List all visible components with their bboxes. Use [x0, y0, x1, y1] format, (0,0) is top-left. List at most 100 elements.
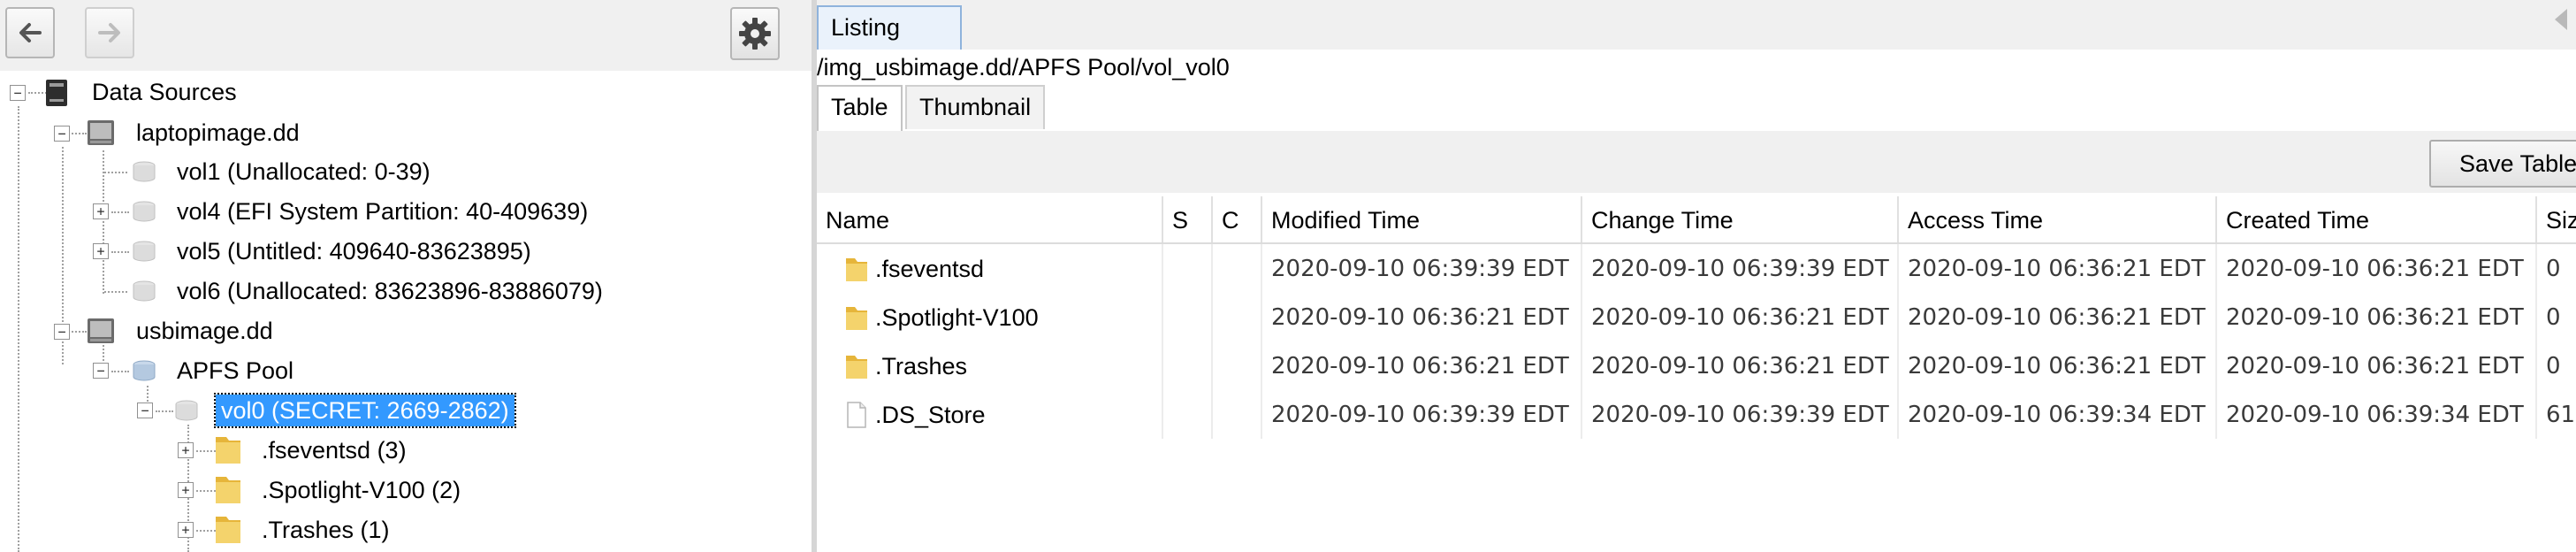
left-panel: − Data Sources − laptopimage.dd vol1 (Un…	[0, 0, 815, 552]
volume-icon	[133, 241, 156, 262]
tree-laptopimage[interactable]: laptopimage.dd	[136, 117, 300, 149]
arrow-left-icon	[19, 23, 42, 42]
file-name: .Trashes	[875, 353, 968, 380]
expand-vol4[interactable]: +	[93, 203, 109, 219]
cell-change: 2020-09-10 06:36:21 EDT	[1582, 341, 1899, 390]
column-name[interactable]: Name	[817, 196, 1163, 242]
cell-name: .Spotlight-V100	[817, 293, 1163, 341]
cell-c	[1213, 293, 1262, 341]
table-header: Name S C Modified Time Change Time Acces…	[817, 196, 2576, 244]
cell-s	[1163, 293, 1213, 341]
data-source-tree[interactable]: − Data Sources − laptopimage.dd vol1 (Un…	[0, 71, 812, 552]
cell-c	[1213, 244, 1262, 293]
table-row[interactable]: .Trashes 2020-09-10 06:36:21 EDT 2020-09-1…	[817, 341, 2576, 390]
back-button[interactable]	[5, 7, 55, 58]
cell-s	[1163, 341, 1213, 390]
column-change-time[interactable]: Change Time	[1582, 196, 1899, 242]
cell-modified: 2020-09-10 06:36:21 EDT	[1262, 293, 1582, 341]
view-tabs: Table Thumbnail	[817, 83, 2576, 133]
cell-size: 0	[2537, 244, 2576, 293]
forward-button[interactable]	[85, 7, 134, 58]
table-toolbar: Save Table	[817, 131, 2576, 193]
tree-vol5[interactable]: vol5 (Untitled: 409640-83623895)	[177, 235, 531, 267]
tree-vol1[interactable]: vol1 (Unallocated: 0-39)	[177, 156, 431, 188]
volume-icon	[133, 280, 156, 302]
gear-icon	[739, 18, 771, 50]
folder-icon	[846, 258, 867, 281]
column-size[interactable]: Size	[2537, 196, 2576, 242]
cell-access: 2020-09-10 06:36:21 EDT	[1899, 293, 2217, 341]
tree-usbimage[interactable]: usbimage.dd	[136, 315, 273, 347]
tab-thumbnail[interactable]: Thumbnail	[905, 85, 1046, 129]
cell-name: .DS_Store	[817, 390, 1163, 439]
column-modified-time[interactable]: Modified Time	[1262, 196, 1582, 242]
cell-created: 2020-09-10 06:39:34 EDT	[2217, 390, 2537, 439]
left-toolbar	[0, 0, 815, 71]
folder-icon	[846, 356, 867, 379]
collapse-arrow-icon[interactable]	[2555, 9, 2567, 30]
cell-created: 2020-09-10 06:36:21 EDT	[2217, 341, 2537, 390]
table-row[interactable]: .DS_Store 2020-09-10 06:39:39 EDT 2020-09-…	[817, 390, 2576, 439]
save-table-button[interactable]: Save Table	[2429, 140, 2576, 188]
expand-fseventsd[interactable]: +	[178, 442, 194, 458]
collapse-vol0[interactable]: −	[137, 402, 153, 418]
column-s[interactable]: S	[1163, 196, 1213, 242]
cell-name: .Trashes	[817, 341, 1163, 390]
expand-vol5[interactable]: +	[93, 243, 109, 259]
file-name: .fseventsd	[875, 256, 985, 282]
cell-s	[1163, 244, 1213, 293]
cell-modified: 2020-09-10 06:39:39 EDT	[1262, 390, 1582, 439]
column-c[interactable]: C	[1213, 196, 1262, 242]
tree-vol4[interactable]: vol4 (EFI System Partition: 40-409639)	[177, 196, 588, 227]
volume-icon	[133, 161, 156, 182]
cell-change: 2020-09-10 06:39:39 EDT	[1582, 244, 1899, 293]
expand-trashes[interactable]: +	[178, 522, 194, 538]
tree-vol6[interactable]: vol6 (Unallocated: 83623896-83886079)	[177, 275, 603, 307]
collapse-usbimage[interactable]: −	[54, 324, 70, 340]
tab-listing[interactable]: Listing	[817, 5, 962, 50]
cell-size: 0	[2537, 293, 2576, 341]
cell-name: .fseventsd	[817, 244, 1163, 293]
table-row[interactable]: .Spotlight-V100 2020-09-10 06:36:21 EDT 20…	[817, 293, 2576, 341]
disk-image-icon	[88, 318, 114, 343]
cell-access: 2020-09-10 06:39:34 EDT	[1899, 390, 2217, 439]
table-row[interactable]: .fseventsd 2020-09-10 06:39:39 EDT 2020-09…	[817, 244, 2576, 293]
tree-spotlight[interactable]: .Spotlight-V100 (2)	[262, 474, 461, 506]
disk-image-icon	[88, 120, 114, 145]
column-created-time[interactable]: Created Time	[2217, 196, 2537, 242]
cell-access: 2020-09-10 06:36:21 EDT	[1899, 244, 2217, 293]
cell-c	[1213, 341, 1262, 390]
folder-icon	[216, 477, 240, 503]
pool-icon	[133, 360, 156, 381]
tab-table[interactable]: Table	[817, 85, 903, 131]
right-panel: Listing /img_usbimage.dd/APFS Pool/vol_v…	[817, 0, 2576, 552]
arrow-right-icon	[98, 23, 120, 42]
folder-icon	[216, 437, 240, 464]
folder-icon	[846, 307, 867, 330]
cell-size: 6148	[2537, 390, 2576, 439]
cell-change: 2020-09-10 06:36:21 EDT	[1582, 293, 1899, 341]
expand-spotlight[interactable]: +	[178, 482, 194, 498]
column-access-time[interactable]: Access Time	[1899, 196, 2217, 242]
tree-apfs-pool[interactable]: APFS Pool	[177, 355, 293, 387]
cell-created: 2020-09-10 06:36:21 EDT	[2217, 293, 2537, 341]
tree-data-sources[interactable]: Data Sources	[92, 76, 237, 108]
cell-modified: 2020-09-10 06:36:21 EDT	[1262, 341, 1582, 390]
tree-trashes[interactable]: .Trashes (1)	[262, 514, 390, 546]
tree-fseventsd[interactable]: .fseventsd (3)	[262, 434, 407, 466]
collapse-data-sources[interactable]: −	[10, 85, 26, 101]
settings-button[interactable]	[730, 7, 780, 60]
collapse-apfs-pool[interactable]: −	[93, 363, 109, 379]
file-icon	[847, 402, 866, 428]
cell-s	[1163, 390, 1213, 439]
volume-icon	[175, 400, 198, 421]
cell-change: 2020-09-10 06:39:39 EDT	[1582, 390, 1899, 439]
collapse-laptopimage[interactable]: −	[54, 126, 70, 142]
cell-modified: 2020-09-10 06:39:39 EDT	[1262, 244, 1582, 293]
file-name: .Spotlight-V100	[875, 304, 1039, 331]
tree-vol0-selected[interactable]: vol0 (SECRET: 2669-2862)	[214, 393, 516, 428]
listing-path: /img_usbimage.dd/APFS Pool/vol_vol0	[817, 54, 1230, 80]
file-name: .DS_Store	[875, 402, 986, 428]
computer-icon	[46, 80, 67, 106]
volume-icon	[133, 201, 156, 222]
